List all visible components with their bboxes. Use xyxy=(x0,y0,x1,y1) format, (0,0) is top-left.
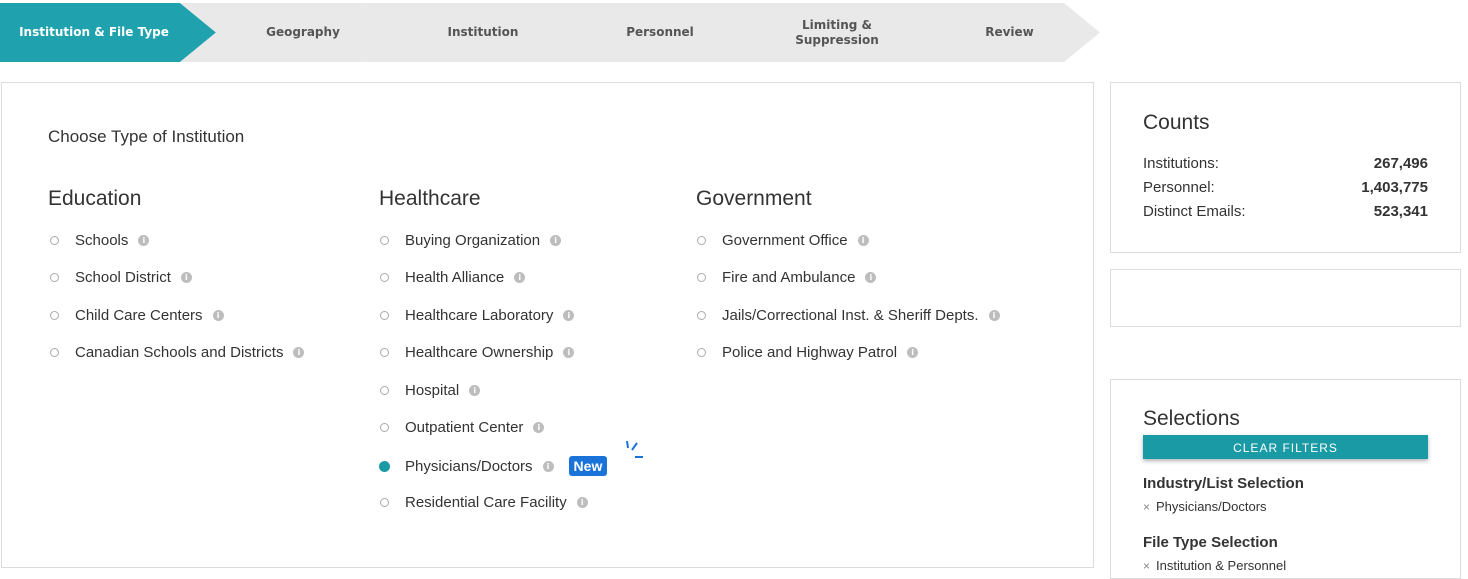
step-label: Limiting & Suppression xyxy=(795,17,879,47)
info-icon[interactable]: i xyxy=(293,347,305,358)
info-icon[interactable]: i xyxy=(469,385,481,396)
option-label: Schools xyxy=(75,232,129,249)
option-label: Buying Organization xyxy=(405,232,541,249)
count-label: Distinct Emails: xyxy=(1143,203,1246,220)
option-healthcare-ownership[interactable]: Healthcare Ownership i xyxy=(380,344,575,361)
info-icon[interactable]: i xyxy=(907,347,919,358)
wizard-stepper: Institution & File Type Geography Instit… xyxy=(0,3,1100,62)
count-row-personnel: Personnel: 1,403,775 xyxy=(1143,179,1428,196)
option-residential-care[interactable]: Residential Care Facility i xyxy=(380,494,588,511)
option-label: Residential Care Facility xyxy=(405,494,567,511)
selection-item-label: Physicians/Doctors xyxy=(1156,499,1267,514)
info-icon[interactable]: i xyxy=(865,272,877,283)
selection-item: × Institution & Personnel xyxy=(1143,558,1286,573)
info-icon[interactable]: i xyxy=(563,347,575,358)
option-hospital[interactable]: Hospital i xyxy=(380,382,481,399)
option-label: Physicians/Doctors xyxy=(405,457,533,475)
radio-button[interactable] xyxy=(50,273,59,282)
radio-button[interactable] xyxy=(50,236,59,245)
option-healthcare-laboratory[interactable]: Healthcare Laboratory i xyxy=(380,307,575,324)
option-fire-ambulance[interactable]: Fire and Ambulance i xyxy=(697,269,877,286)
option-label: Healthcare Ownership xyxy=(405,344,554,361)
info-icon[interactable]: i xyxy=(533,422,545,433)
info-icon[interactable]: i xyxy=(212,310,224,321)
option-government-office[interactable]: Government Office i xyxy=(697,232,869,249)
counts-title: Counts xyxy=(1143,111,1210,134)
option-physicians-doctors[interactable]: Physicians/Doctors i New xyxy=(379,456,608,476)
info-icon[interactable]: i xyxy=(514,272,526,283)
option-label: School District xyxy=(75,269,171,286)
empty-panel xyxy=(1110,269,1461,327)
selection-heading-industry: Industry/List Selection xyxy=(1143,475,1304,492)
radio-button[interactable] xyxy=(380,386,389,395)
info-icon[interactable]: i xyxy=(857,235,869,246)
option-label: Healthcare Laboratory xyxy=(405,307,554,324)
page-title: Choose Type of Institution xyxy=(48,127,245,146)
radio-button[interactable] xyxy=(380,423,389,432)
count-label: Personnel: xyxy=(1143,179,1215,196)
count-row-institutions: Institutions: 267,496 xyxy=(1143,155,1428,172)
step-label: Institution xyxy=(447,25,519,39)
group-title-education: Education xyxy=(48,187,142,210)
count-label: Institutions: xyxy=(1143,155,1219,172)
radio-button[interactable] xyxy=(697,311,706,320)
count-value: 1,403,775 xyxy=(1361,179,1428,196)
selections-title: Selections xyxy=(1143,407,1240,430)
option-canadian-schools[interactable]: Canadian Schools and Districts i xyxy=(50,344,305,361)
selection-item-label: Institution & Personnel xyxy=(1156,558,1287,573)
option-jails-correctional[interactable]: Jails/Correctional Inst. & Sheriff Depts… xyxy=(697,307,1000,324)
radio-button[interactable] xyxy=(697,236,706,245)
radio-button[interactable] xyxy=(697,348,706,357)
info-icon[interactable]: i xyxy=(576,497,588,508)
option-schools[interactable]: Schools i xyxy=(50,232,150,249)
new-badge: New xyxy=(568,456,608,476)
option-label: Child Care Centers xyxy=(75,307,203,324)
info-icon[interactable]: i xyxy=(180,272,192,283)
step-institution-file-type[interactable]: Institution & File Type xyxy=(0,3,216,62)
option-school-district[interactable]: School District i xyxy=(50,269,192,286)
radio-button[interactable] xyxy=(697,273,706,282)
selection-heading-file-type: File Type Selection xyxy=(1143,534,1278,551)
radio-button-selected[interactable] xyxy=(379,460,390,472)
clear-filters-button[interactable]: CLEAR FILTERS xyxy=(1143,435,1428,459)
option-label: Canadian Schools and Districts xyxy=(75,344,284,361)
group-title-government: Government xyxy=(696,187,812,210)
radio-button[interactable] xyxy=(50,311,59,320)
count-value: 523,341 xyxy=(1373,203,1428,220)
remove-icon[interactable]: × xyxy=(1143,559,1150,573)
sparkle-icon xyxy=(626,441,643,458)
radio-button[interactable] xyxy=(380,273,389,282)
option-label: Jails/Correctional Inst. & Sheriff Depts… xyxy=(722,307,979,324)
remove-icon[interactable]: × xyxy=(1143,500,1150,514)
option-outpatient-center[interactable]: Outpatient Center i xyxy=(380,419,545,436)
step-label: Institution & File Type xyxy=(19,25,169,39)
step-label: Geography xyxy=(266,25,340,39)
step-label: Personnel xyxy=(626,25,694,39)
info-icon[interactable]: i xyxy=(542,460,554,472)
radio-button[interactable] xyxy=(380,498,389,507)
radio-button[interactable] xyxy=(50,348,59,357)
radio-button[interactable] xyxy=(380,311,389,320)
option-label: Health Alliance xyxy=(405,269,505,286)
info-icon[interactable]: i xyxy=(550,235,562,246)
info-icon[interactable]: i xyxy=(563,310,575,321)
selection-item: × Physicians/Doctors xyxy=(1143,499,1267,514)
radio-button[interactable] xyxy=(380,348,389,357)
option-buying-organization[interactable]: Buying Organization i xyxy=(380,232,562,249)
option-label: Government Office xyxy=(722,232,848,249)
radio-button[interactable] xyxy=(380,236,389,245)
info-icon[interactable]: i xyxy=(138,235,150,246)
option-label: Outpatient Center xyxy=(405,419,524,436)
option-child-care-centers[interactable]: Child Care Centers i xyxy=(50,307,224,324)
count-value: 267,496 xyxy=(1373,155,1428,172)
info-icon[interactable]: i xyxy=(988,310,1000,321)
step-label: Review xyxy=(985,25,1034,39)
option-label: Fire and Ambulance xyxy=(722,269,856,286)
count-row-emails: Distinct Emails: 523,341 xyxy=(1143,203,1428,220)
option-health-alliance[interactable]: Health Alliance i xyxy=(380,269,526,286)
group-title-healthcare: Healthcare xyxy=(379,187,481,210)
option-label: Police and Highway Patrol xyxy=(722,344,898,361)
option-police-highway[interactable]: Police and Highway Patrol i xyxy=(697,344,919,361)
option-label: Hospital xyxy=(405,382,460,399)
